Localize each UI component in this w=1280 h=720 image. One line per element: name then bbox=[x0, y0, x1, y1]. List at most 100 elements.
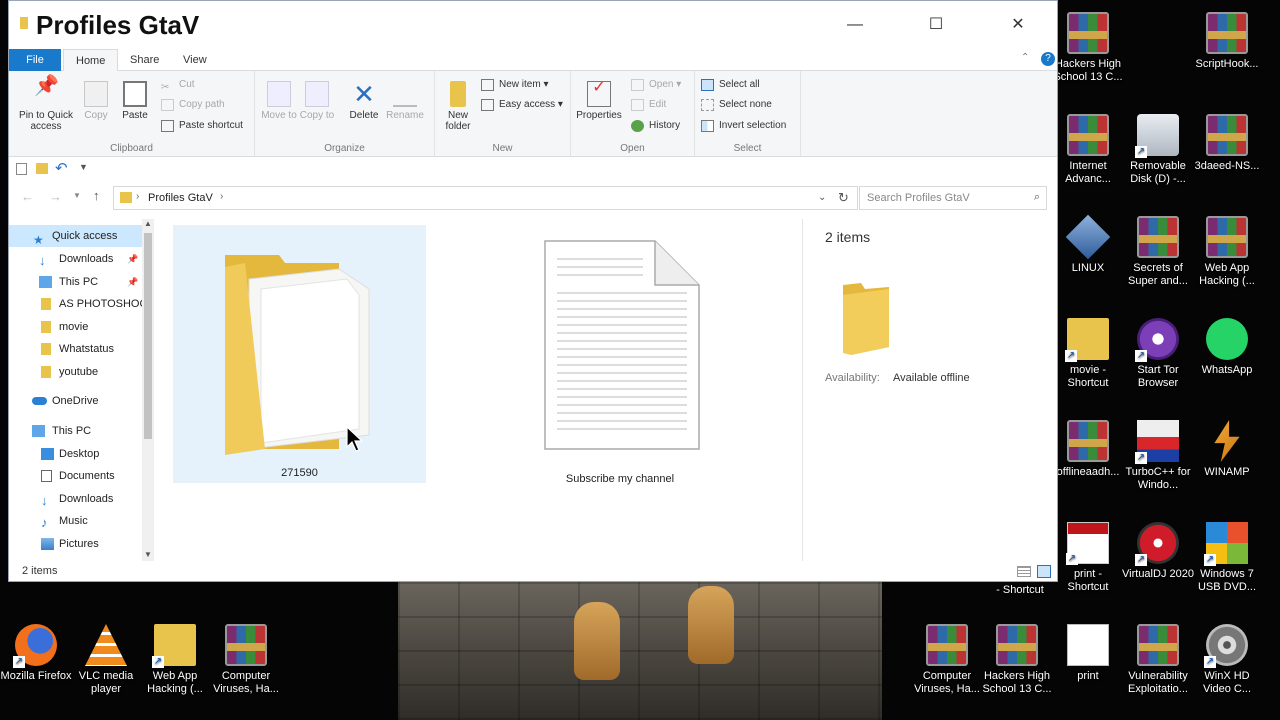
folder-tile-271590[interactable]: 271590 bbox=[173, 225, 426, 483]
desktop-icon-vlc[interactable]: VLC media player bbox=[70, 624, 142, 696]
properties-small-icon[interactable] bbox=[16, 163, 27, 175]
cut-button[interactable]: ✂ Cut bbox=[161, 76, 195, 94]
nav-whatstatus[interactable]: Whatstatus bbox=[9, 338, 149, 360]
nav-this-pc[interactable]: This PC bbox=[9, 420, 149, 442]
new-folder-small-icon[interactable] bbox=[36, 163, 48, 174]
nav-quick-access[interactable]: ★ Quick access bbox=[9, 225, 149, 247]
desktop-icon-hackers-high-school-2[interactable]: Hackers High School 13 C... bbox=[981, 624, 1053, 696]
desktop-icon-vulnerability[interactable]: Vulnerability Exploitatio... bbox=[1122, 624, 1194, 696]
copy-to-button[interactable]: Copy to bbox=[299, 81, 335, 121]
collapse-ribbon-icon[interactable]: ⌃ bbox=[1021, 52, 1029, 63]
tab-view[interactable]: View bbox=[171, 49, 219, 71]
customize-qat-icon[interactable]: ▼ bbox=[79, 162, 88, 172]
invert-selection-button[interactable]: Invert selection bbox=[701, 117, 786, 135]
scroll-down-icon[interactable]: ▼ bbox=[144, 550, 152, 559]
desktop-icon-winx-hd[interactable]: WinX HD Video C... bbox=[1191, 624, 1263, 696]
desktop-icon-tor-browser[interactable]: Start Tor Browser bbox=[1122, 318, 1194, 390]
paste-shortcut-button[interactable]: Paste shortcut bbox=[161, 117, 243, 135]
search-input[interactable]: Search Profiles GtaV ⌕ bbox=[859, 186, 1047, 210]
help-icon[interactable]: ? bbox=[1041, 52, 1055, 66]
desktop-icon-movie-shortcut[interactable]: movie - Shortcut bbox=[1052, 318, 1124, 390]
undo-icon[interactable]: ↶ bbox=[55, 159, 68, 177]
nav-scrollbar[interactable]: ▲ ▼ bbox=[142, 219, 154, 561]
large-icons-view-icon[interactable] bbox=[1037, 565, 1051, 578]
refresh-icon[interactable]: ↻ bbox=[838, 190, 849, 206]
scroll-up-icon[interactable]: ▲ bbox=[144, 219, 152, 228]
nav-youtube[interactable]: youtube bbox=[9, 361, 149, 383]
title-bar[interactable]: Profiles GtaV — ☐ ✕ bbox=[9, 1, 1057, 49]
desktop-icon-windows7-usb[interactable]: Windows 7 USB DVD... bbox=[1191, 522, 1263, 594]
desktop-icon-web-app-hacking-pdf[interactable]: Web App Hacking (... bbox=[139, 624, 211, 696]
tab-home[interactable]: Home bbox=[63, 49, 119, 72]
address-dropdown-icon[interactable]: ⌄ bbox=[818, 192, 826, 203]
copy-button[interactable]: Copy bbox=[79, 81, 113, 121]
new-folder-button[interactable]: New folder bbox=[439, 81, 477, 132]
up-icon[interactable]: ↑ bbox=[93, 188, 100, 203]
music-note-icon: ♪ bbox=[41, 515, 48, 530]
nav-downloads[interactable]: ↓ Downloads 📌 bbox=[9, 248, 149, 270]
nav-as-photoshop[interactable]: AS PHOTOSHOC bbox=[9, 293, 149, 315]
nav-movie[interactable]: movie bbox=[9, 316, 149, 338]
copy-path-button[interactable]: Copy path bbox=[161, 96, 225, 114]
nav-this-pc-pinned[interactable]: This PC 📌 bbox=[9, 271, 149, 293]
desktop-icon-hackers-high-school[interactable]: Hackers High School 13 C... bbox=[1052, 12, 1124, 84]
open-button[interactable]: Open ▾ bbox=[631, 76, 681, 94]
edit-button[interactable]: Edit bbox=[631, 96, 666, 114]
navigation-pane: ★ Quick access ↓ Downloads 📌 This PC 📌 A… bbox=[9, 219, 155, 561]
close-button[interactable]: ✕ bbox=[995, 11, 1041, 39]
desktop-icon-whatsapp[interactable]: WhatsApp bbox=[1191, 318, 1263, 377]
desktop-icon-shortcut[interactable]: - Shortcut bbox=[984, 584, 1056, 597]
scrollbar-thumb[interactable] bbox=[144, 233, 152, 439]
maximize-button[interactable]: ☐ bbox=[913, 11, 959, 39]
address-bar[interactable]: › Profiles GtaV › ⌄ ↻ bbox=[113, 186, 858, 210]
desktop-icon-linux[interactable]: LINUX bbox=[1052, 214, 1124, 275]
desktop-icon-virtualdj[interactable]: VirtualDJ 2020 bbox=[1122, 522, 1194, 581]
nav-documents[interactable]: Documents bbox=[9, 465, 149, 487]
nav-onedrive[interactable]: OneDrive bbox=[9, 390, 149, 412]
tab-file[interactable]: File bbox=[9, 49, 61, 71]
film-reel-icon bbox=[1204, 624, 1248, 668]
desktop-icon-turboc[interactable]: TurboC++ for Windo... bbox=[1122, 420, 1194, 492]
nav-pictures[interactable]: Pictures bbox=[9, 533, 149, 555]
move-to-button[interactable]: Move to bbox=[261, 81, 297, 121]
tor-icon bbox=[1135, 318, 1179, 362]
ribbon-tabs: File Home Share View ⌃ ? bbox=[9, 49, 1057, 72]
tab-share[interactable]: Share bbox=[118, 49, 171, 71]
pin-quick-access-button[interactable]: 📌 Pin to Quick access bbox=[13, 76, 79, 132]
back-icon[interactable]: ← bbox=[21, 189, 34, 204]
desktop-icon-web-app-hacking[interactable]: Web App Hacking (... bbox=[1191, 216, 1263, 288]
select-all-button[interactable]: Select all bbox=[701, 76, 760, 94]
nav-pc-downloads[interactable]: ↓ Downloads bbox=[9, 488, 149, 510]
forward-icon[interactable]: → bbox=[49, 189, 62, 204]
desktop-icon-secrets[interactable]: Secrets of Super and... bbox=[1122, 216, 1194, 288]
folder-icon bbox=[41, 343, 51, 355]
delete-button[interactable]: ✕ Delete bbox=[345, 81, 383, 121]
desktop-icon-3daeed[interactable]: 3daeed-NS... bbox=[1191, 114, 1263, 173]
select-none-button[interactable]: Select none bbox=[701, 96, 772, 114]
desktop-icon-winamp[interactable]: WINAMP bbox=[1191, 420, 1263, 479]
desktop-icon-computer-viruses-1[interactable]: Computer Viruses, Ha... bbox=[210, 624, 282, 696]
desktop-icon-offlineaadhaar[interactable]: offlineaadh... bbox=[1052, 420, 1124, 479]
rename-button[interactable]: Rename bbox=[385, 81, 425, 121]
easy-access-button[interactable]: Easy access ▾ bbox=[481, 96, 563, 114]
desktop-icon-removable-disk[interactable]: Removable Disk (D) -... bbox=[1122, 114, 1194, 186]
nav-desktop[interactable]: Desktop bbox=[9, 443, 149, 465]
status-bar: 2 items bbox=[9, 561, 1057, 583]
desktop-icon-computer-viruses-2[interactable]: Computer Viruses, Ha... bbox=[911, 624, 983, 696]
properties-button[interactable]: ✓ Properties bbox=[573, 80, 625, 122]
file-tile-subscribe[interactable]: Subscribe my channel bbox=[529, 225, 711, 485]
desktop-icon-scripthook[interactable]: ScriptHook... bbox=[1191, 12, 1263, 71]
desktop-icon-print-shortcut[interactable]: print - Shortcut bbox=[1052, 522, 1124, 594]
desktop-icon-internet-advanced[interactable]: Internet Advanc... bbox=[1052, 114, 1124, 186]
recent-locations-icon[interactable]: ▼ bbox=[73, 191, 81, 200]
desktop-icon-firefox[interactable]: Mozilla Firefox bbox=[0, 624, 72, 683]
minimize-button[interactable]: — bbox=[832, 11, 878, 39]
history-button[interactable]: History bbox=[631, 117, 680, 135]
nav-music[interactable]: ♪ Music bbox=[9, 510, 149, 532]
new-item-button[interactable]: New item ▾ bbox=[481, 76, 549, 94]
paste-button[interactable]: Paste bbox=[117, 81, 153, 121]
details-pane: 2 items Availability: Available offline bbox=[802, 219, 1058, 561]
desktop-icon-print[interactable]: print bbox=[1052, 624, 1124, 683]
breadcrumb-profiles-gtav[interactable]: Profiles GtaV bbox=[148, 192, 213, 204]
details-view-icon[interactable] bbox=[1017, 566, 1031, 577]
